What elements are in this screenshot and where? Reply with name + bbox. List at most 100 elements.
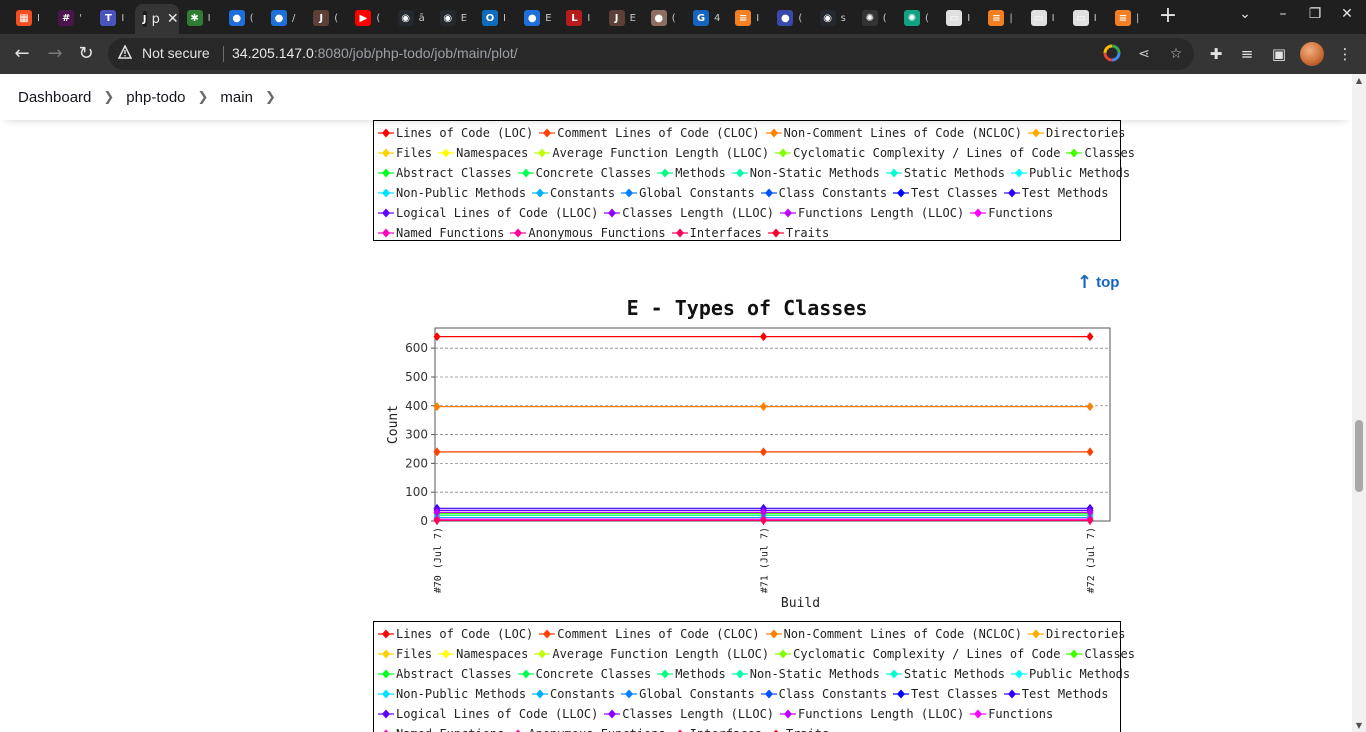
browser-tab[interactable]: LI (558, 5, 600, 31)
legend-item: Classes Length (LLOC) (604, 707, 774, 721)
browser-tab[interactable]: ● / (263, 5, 305, 31)
browser-tab[interactable]: ● E (516, 5, 558, 31)
browser-tab[interactable]: J( (305, 5, 347, 31)
x-tick-label: #71 (Jul 7) (760, 527, 771, 593)
reload-icon[interactable]: ↻ (74, 42, 98, 66)
tab-search-icon[interactable]: ⌄ (1235, 6, 1255, 22)
youtube-icon: ▶ (355, 10, 372, 26)
maximize-icon[interactable]: ❐ (1305, 6, 1325, 22)
warning-icon[interactable] (118, 45, 132, 59)
legend-row: Named Functions Anonymous Functions Interf… (378, 223, 1120, 243)
page-scrollbar[interactable]: ▲ ▼ (1352, 74, 1366, 732)
security-status[interactable]: Not secure (142, 45, 210, 61)
scrollbar-thumb[interactable] (1355, 420, 1363, 492)
legend-marker-icon (604, 208, 621, 218)
legend-item: Abstract Classes (378, 166, 512, 180)
page-content: Dashboard ❯ php-todo ❯ main ❯ Lines of C… (0, 74, 1366, 732)
browser-tab[interactable]: ▭ I (1023, 5, 1065, 31)
address-bar[interactable]: Not secure 34.205.147.0:8080/job/php-tod… (108, 38, 1194, 70)
breadcrumb-branch[interactable]: main (220, 89, 253, 106)
page-icon: ▭ (1030, 10, 1047, 26)
legend-row: Named Functions Anonymous Functions Interf… (378, 724, 1120, 732)
menu-kebab-icon[interactable]: ⋮ (1334, 43, 1356, 65)
browser-tab[interactable]: ✺( (854, 5, 896, 31)
breadcrumb-job[interactable]: php-todo (126, 89, 185, 106)
legend-item: Global Constants (621, 687, 755, 701)
browser-tab[interactable]: TI (92, 5, 134, 31)
legend-label: Global Constants (639, 186, 755, 200)
share-icon[interactable]: ⋖ (1134, 44, 1154, 64)
profile-avatar[interactable] (1300, 42, 1324, 66)
legend-marker-icon (775, 148, 792, 158)
browser-tab[interactable]: ●( (643, 5, 685, 31)
legend-label: Class Constants (778, 687, 888, 701)
legend-label: Directories (1046, 126, 1126, 140)
browser-tab[interactable]: ◉ s (812, 5, 854, 31)
url-text[interactable]: 34.205.147.0:8080/job/php-todo/job/main/… (232, 45, 518, 61)
browser-tab[interactable]: ▭ I (938, 5, 980, 31)
chevron-right-icon: ❯ (197, 89, 209, 105)
browser-tab[interactable]: ≡ | (1107, 5, 1149, 31)
close-tab-icon[interactable]: ✕ (167, 11, 179, 27)
tab-title: ( (925, 12, 929, 24)
browser-tab[interactable]: ▭ I (1065, 5, 1107, 31)
legend-item: Classes (1066, 146, 1135, 160)
media-controls-icon[interactable]: ≡ (1236, 43, 1258, 65)
legend-label: Methods (675, 667, 726, 681)
extensions-icon[interactable]: ✚ (1205, 43, 1227, 65)
browser-tab[interactable]: ✺( (896, 5, 938, 31)
minimize-icon[interactable]: – (1273, 6, 1293, 22)
legend-marker-icon (893, 689, 910, 699)
breadcrumb-dashboard[interactable]: Dashboard (18, 89, 91, 106)
legend-marker-icon (621, 689, 638, 699)
bookmark-star-icon[interactable]: ☆ (1166, 44, 1186, 64)
openai-icon: ✺ (861, 10, 878, 26)
browser-tab[interactable]: OI (474, 5, 516, 31)
y-tick-label: 500 (405, 370, 428, 384)
tab-title: ( (882, 12, 887, 24)
legend-item: Interfaces (672, 727, 762, 732)
legend-label: Directories (1046, 627, 1126, 641)
legend-marker-icon (1003, 689, 1020, 699)
tab-title: s (840, 12, 846, 24)
close-window-icon[interactable]: ✕ (1337, 6, 1357, 22)
legend-marker-icon (760, 188, 777, 198)
legend-label: Non-Comment Lines of Code (NCLOC) (783, 627, 1022, 641)
new-tab-button[interactable]: + (1157, 5, 1179, 29)
browser-tab[interactable]: ◉ E (432, 5, 474, 31)
legend-marker-icon (539, 629, 556, 639)
legend-marker-icon (378, 188, 394, 198)
legend-item: Non-Public Methods (378, 186, 526, 200)
legend-previous-chart: Lines of Code (LOC) Comment Lines of Code… (373, 120, 1135, 243)
legend-label: Test Classes (911, 186, 998, 200)
browser-tab[interactable]: ▦ I (8, 5, 50, 31)
back-to-top-link[interactable]: ↑ top (1077, 272, 1119, 293)
browser-tab[interactable]: ≡ I (727, 5, 769, 31)
scroll-up-icon[interactable]: ▲ (1355, 76, 1363, 85)
side-panel-icon[interactable]: ▣ (1268, 43, 1290, 65)
legend-item: Lines of Code (LOC) (378, 126, 533, 140)
legend-marker-icon (621, 188, 638, 198)
forward-icon[interactable]: → (43, 42, 67, 66)
browser-tab[interactable]: ◉ ā (390, 5, 432, 31)
browser-tab[interactable]: ▶( (347, 5, 389, 31)
browser-tab[interactable]: ≡ | (980, 5, 1022, 31)
stackoverflow-icon: ≡ (1115, 10, 1131, 26)
legend-label: Cyclomatic Complexity / Lines of Code (793, 146, 1061, 160)
teams-icon: T (100, 10, 117, 26)
browser-tab[interactable]: # ' (50, 5, 92, 31)
tab-title: ā (418, 12, 425, 24)
legend-marker-icon (885, 168, 902, 178)
browser-tab[interactable]: ●( (769, 5, 811, 31)
back-icon[interactable]: ← (10, 42, 34, 66)
browser-tab[interactable]: G4 (685, 5, 727, 31)
legend-item: Logical Lines of Code (LLOC) (378, 707, 598, 721)
browser-tab[interactable]: JE (601, 5, 643, 31)
legend-label: Static Methods (903, 667, 1005, 681)
scroll-down-icon[interactable]: ▼ (1355, 721, 1363, 730)
browser-tab[interactable]: ●( (221, 5, 263, 31)
google-lens-icon[interactable] (1102, 44, 1122, 64)
browser-tab[interactable]: ✱ I (179, 5, 221, 31)
browser-tab[interactable]: Jp ✕ (134, 4, 179, 34)
legend-item: Classes (1066, 647, 1135, 661)
